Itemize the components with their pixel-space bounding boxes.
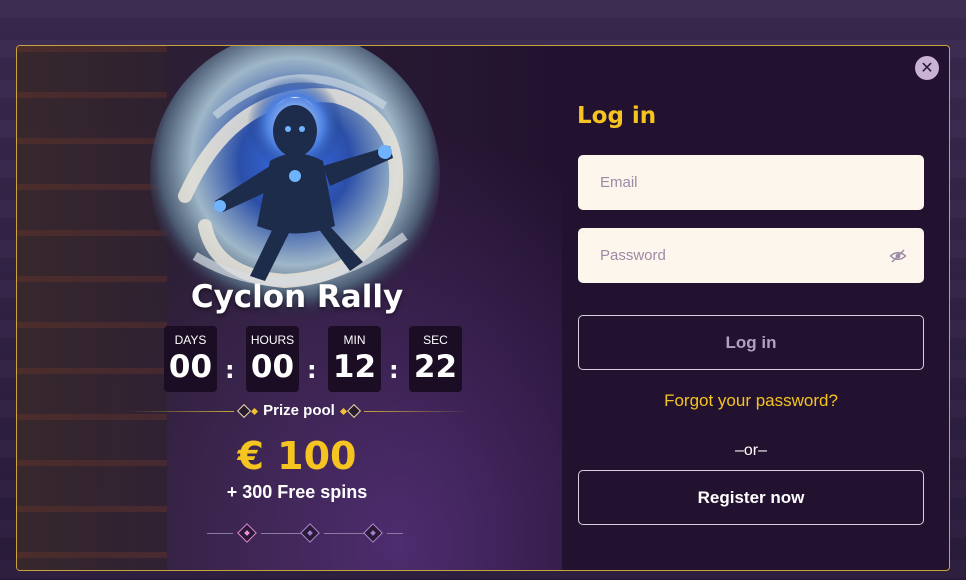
prize-amount: € 100 [237, 434, 357, 478]
prize-pool-header: Prize pool [129, 402, 469, 422]
login-modal: Cyclon Rally DAYS 00 : HOURS 00 : MIN 12… [16, 45, 950, 571]
timer-hours-value: 00 [250, 349, 295, 385]
promo-title: Cyclon Rally [190, 279, 404, 315]
password-field[interactable] [578, 228, 924, 283]
timer-separator: : [389, 356, 399, 384]
timer-separator: : [225, 356, 235, 384]
timer-minutes: MIN 12 [328, 326, 381, 392]
timer-seconds-label: SEC [423, 333, 448, 347]
eye-slash-icon[interactable] [889, 247, 907, 265]
login-panel: ✕ Log in Log in Forgot your password? –o… [562, 46, 949, 570]
prize-divider-right [364, 411, 469, 412]
pager-dot-2[interactable] [300, 523, 320, 543]
login-button[interactable]: Log in [578, 315, 924, 370]
timer-hours: HOURS 00 [246, 326, 299, 392]
promo-panel: Cyclon Rally DAYS 00 : HOURS 00 : MIN 12… [17, 46, 562, 570]
close-icon[interactable]: ✕ [915, 56, 939, 80]
email-field[interactable] [578, 155, 924, 210]
countdown-timer: DAYS 00 : HOURS 00 : MIN 12 : SEC 22 [147, 326, 462, 396]
timer-separator: : [307, 356, 317, 384]
timer-seconds-value: 22 [413, 349, 458, 385]
timer-days-value: 00 [168, 349, 213, 385]
timer-days-label: DAYS [174, 333, 207, 347]
prize-free-spins: + 300 Free spins [226, 482, 368, 502]
promo-pager [207, 522, 403, 546]
timer-minutes-value: 12 [332, 349, 377, 385]
register-button[interactable]: Register now [578, 470, 924, 525]
pager-dot-1[interactable] [237, 523, 257, 543]
timer-days: DAYS 00 [164, 326, 217, 392]
forgot-password-link[interactable]: Forgot your password? [578, 391, 924, 411]
timer-seconds: SEC 22 [409, 326, 462, 392]
pager-dot-3[interactable] [363, 523, 383, 543]
login-title: Log in [577, 103, 657, 129]
timer-hours-label: HOURS [250, 333, 295, 347]
timer-minutes-label: MIN [343, 333, 366, 347]
or-divider-text: –or– [734, 442, 768, 459]
